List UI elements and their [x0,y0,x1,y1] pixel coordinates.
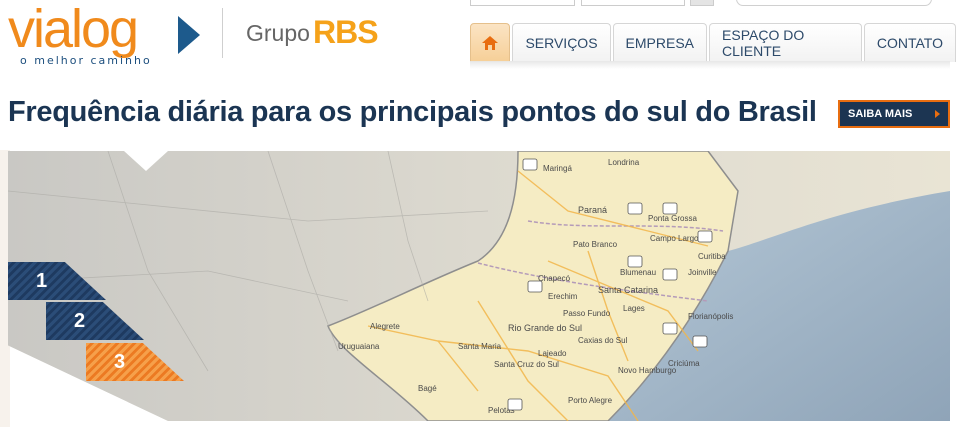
map-city-porto-alegre: Porto Alegre [568,396,613,405]
map-city-lajeado: Lajeado [538,349,567,358]
map-city-rio-grande-do-sul: Rio Grande do Sul [508,323,582,333]
login-user-input[interactable] [470,0,575,6]
map-city-parana: Paraná [578,205,607,215]
nav-home-tab[interactable] [470,23,511,62]
vialog-logo[interactable]: vialog o melhor caminho [8,0,208,68]
login-submit-button[interactable] [690,0,714,6]
logo-tagline: o melhor caminho [20,54,152,67]
saiba-mais-label: SAIBA MAIS [848,108,913,120]
home-icon [482,36,499,50]
login-password-input[interactable] [581,0,685,6]
map-city-santa-catarina: Santa Catarina [598,285,658,295]
map-city-lages: Lages [623,304,645,313]
map-city-florianopolis: Florianópolis [688,312,733,321]
map-city-londrina: Londrina [608,158,640,167]
saiba-mais-button[interactable]: SAIBA MAIS [838,100,950,128]
main-nav: SERVIÇOS EMPRESA ESPAÇO DO CLIENTE CONTA… [470,23,958,62]
map-city-blumenau: Blumenau [620,268,656,277]
logo-divider [222,8,223,58]
map-city-alegrete: Alegrete [370,322,400,331]
map-city-campo-largo: Campo Largo [650,234,699,243]
nav-tab-servicos[interactable]: SERVIÇOS [512,23,611,62]
banner-notch [124,151,168,171]
map-city-pato-branco: Pato Branco [573,240,618,249]
nav-tab-contato[interactable]: CONTATO [863,23,956,62]
search-input[interactable] [736,0,932,6]
logo-wordmark: vialog [8,0,139,59]
nav-shadow [470,61,950,69]
map-city-bage: Bagé [418,384,437,393]
map-city-santa-cruz-do-sul: Santa Cruz do Sul [494,360,559,369]
map-city-caxias-do-sul: Caxias do Sul [578,336,628,345]
nav-tab-empresa[interactable]: EMPRESA [612,23,708,62]
map-city-erechim: Erechim [548,292,578,301]
nav-tab-espaco-do-cliente[interactable]: ESPAÇO DO CLIENTE [709,23,862,62]
map-city-joinville: Joinville [688,268,717,277]
logo-arrow-icon [178,16,200,54]
map-city-santa-maria: Santa Maria [458,342,502,351]
map-city-chapeco: Chapecó [538,274,571,283]
site-header: vialog o melhor caminho Grupo RBS SERVIÇ… [0,0,958,95]
group-label: Grupo [246,20,310,46]
map-city-criciuma: Criciúma [668,359,700,368]
rbs-logo-text: RBS [313,14,379,50]
hero-headline: Frequência diária para os principais pon… [8,96,817,128]
map-city-maringa: Maringá [543,164,572,173]
map-city-passo-fundo: Passo Fundo [563,309,611,318]
map-city-curitiba: Curitiba [698,252,726,261]
rbs-logo: RBS [313,14,379,51]
map-city-uruguaiana: Uruguaiana [338,342,380,351]
arrow-right-icon [935,110,940,118]
map-city-ponta-grossa: Ponta Grossa [648,214,697,223]
